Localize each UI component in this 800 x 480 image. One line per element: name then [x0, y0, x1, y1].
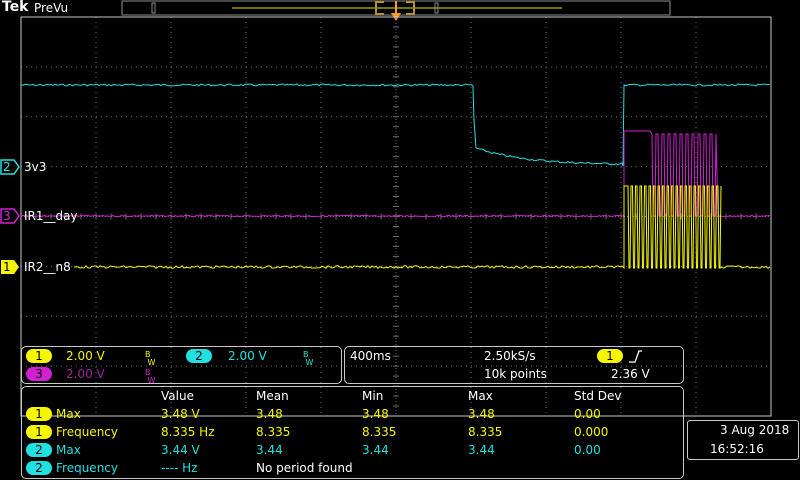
- trigger-level[interactable]: 2.36 V: [611, 367, 650, 381]
- sample-rate: 2.50kS/s: [484, 349, 536, 363]
- row-max: 3.48: [468, 407, 495, 421]
- row-max: 3.44: [468, 443, 495, 457]
- ch2-label: 3v3: [24, 160, 47, 174]
- row-channel-badge: 2: [26, 443, 52, 457]
- ch3-bw-limit-icon: B W: [145, 368, 156, 385]
- row-max: 8.335: [468, 425, 503, 439]
- ch1-scale[interactable]: 2.00 V: [66, 349, 105, 363]
- row-value: 8.335 Hz: [161, 425, 215, 439]
- row-mean: No period found: [256, 461, 353, 475]
- col-header-mean: Mean: [256, 389, 289, 403]
- row-mean: 8.335: [256, 425, 291, 439]
- row-channel-badge: 1: [26, 407, 52, 421]
- ch1-waveform: [73, 185, 771, 270]
- rising-edge-icon: [629, 350, 642, 363]
- row-value: ---- Hz: [161, 461, 198, 475]
- ch2-marker-num: 2: [3, 160, 11, 174]
- time-display: 16:52:16: [710, 442, 764, 456]
- ch3-scale[interactable]: 2.00 V: [66, 367, 105, 381]
- row-min: 8.335: [362, 425, 397, 439]
- row-std: 0.00: [574, 443, 601, 457]
- ch2-badge[interactable]: 2: [186, 349, 212, 363]
- row-channel-badge: 1: [26, 425, 52, 439]
- col-header-value: Value: [161, 389, 194, 403]
- record-length: 10k points: [484, 367, 547, 381]
- col-header-min: Min: [362, 389, 384, 403]
- date-display: 3 Aug 2018: [720, 423, 790, 437]
- acquisition-mode: PreVu: [34, 1, 69, 15]
- row-min: 3.48: [362, 407, 389, 421]
- row-mean: 3.44: [256, 443, 283, 457]
- ch1-marker-num: 1: [3, 260, 11, 274]
- row-std: 0.000: [574, 425, 609, 439]
- timebase[interactable]: 400ms: [350, 349, 391, 363]
- row-mean: 3.48: [256, 407, 283, 421]
- row-std: 0.00: [574, 407, 601, 421]
- row-min: 3.44: [362, 443, 389, 457]
- brand-logo: Tek: [2, 0, 29, 15]
- row-name: Frequency: [56, 461, 118, 475]
- ch1-label: IR2__n8: [24, 260, 71, 274]
- row-name: Frequency: [56, 425, 118, 439]
- row-value: 3.48 V: [161, 407, 200, 421]
- row-name: Max: [56, 407, 81, 421]
- ch3-label: IR1__day: [24, 209, 78, 223]
- ch3-badge[interactable]: 3: [26, 367, 52, 381]
- row-value: 3.44 V: [161, 443, 200, 457]
- row-name: Max: [56, 443, 81, 457]
- col-header-std: Std Dev: [574, 389, 622, 403]
- ch2-bw-limit-icon: B W: [303, 350, 314, 367]
- ch1-bw-limit-icon: B W: [145, 350, 156, 367]
- ch2-scale[interactable]: 2.00 V: [228, 349, 267, 363]
- col-header-max: Max: [468, 389, 493, 403]
- ch3-marker-num: 3: [3, 209, 11, 223]
- ch1-badge[interactable]: 1: [26, 349, 52, 363]
- row-channel-badge: 2: [26, 461, 52, 475]
- trigger-source-badge[interactable]: 1: [597, 349, 623, 363]
